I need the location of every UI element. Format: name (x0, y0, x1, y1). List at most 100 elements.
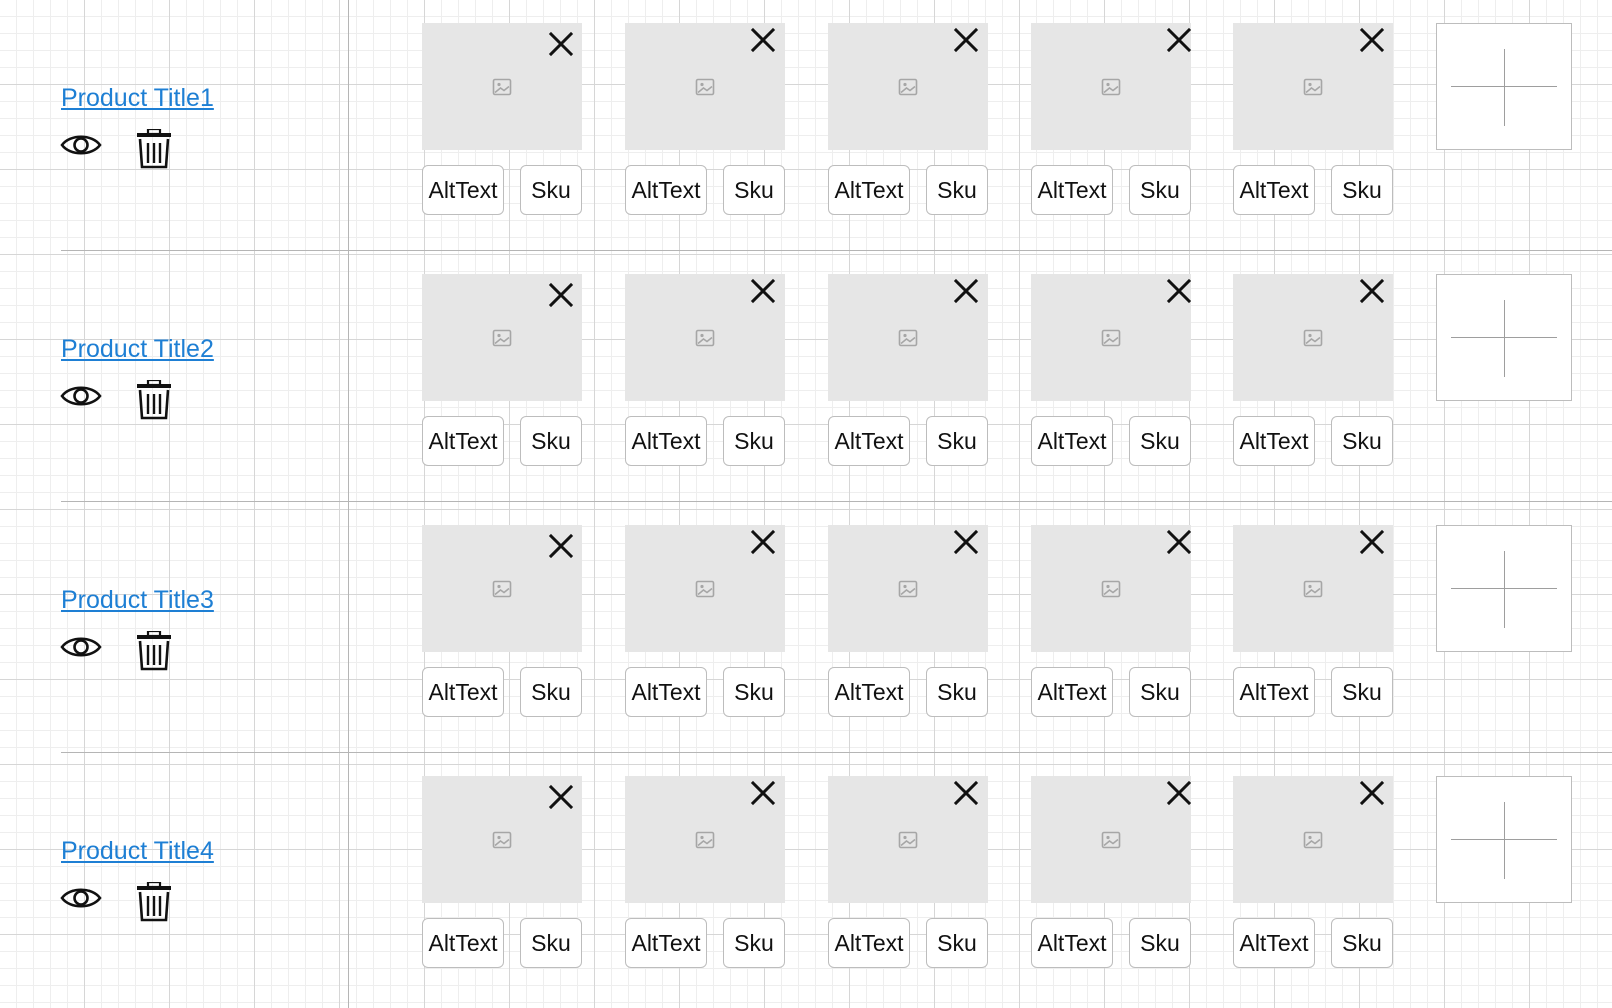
close-icon[interactable] (953, 278, 979, 304)
sku-button[interactable]: Sku (723, 416, 785, 466)
image-icon (695, 831, 715, 849)
image-icon (492, 580, 512, 598)
eye-icon[interactable] (60, 885, 102, 911)
sku-button[interactable]: Sku (1331, 165, 1393, 215)
plus-icon-vertical (1504, 300, 1505, 377)
sku-button[interactable]: Sku (1129, 667, 1191, 717)
close-icon[interactable] (1166, 278, 1192, 304)
sku-button[interactable]: Sku (926, 165, 988, 215)
close-icon[interactable] (1359, 529, 1385, 555)
add-image-button[interactable] (1436, 23, 1572, 150)
close-icon[interactable] (548, 784, 574, 810)
trash-icon[interactable] (136, 882, 172, 922)
image-icon (695, 78, 715, 96)
image-icon (898, 329, 918, 347)
close-icon[interactable] (953, 529, 979, 555)
image-icon (1101, 580, 1121, 598)
alt-text-button[interactable]: AltText (422, 918, 504, 968)
alt-text-button[interactable]: AltText (828, 918, 910, 968)
alt-text-button[interactable]: AltText (1233, 416, 1315, 466)
image-icon (695, 580, 715, 598)
image-icon (1101, 831, 1121, 849)
sku-button[interactable]: Sku (520, 667, 582, 717)
sku-button[interactable]: Sku (926, 667, 988, 717)
eye-icon[interactable] (60, 634, 102, 660)
close-icon[interactable] (953, 27, 979, 53)
image-icon (1303, 831, 1323, 849)
plus-icon-vertical (1504, 551, 1505, 628)
trash-icon[interactable] (136, 380, 172, 420)
close-icon[interactable] (548, 31, 574, 57)
alt-text-button[interactable]: AltText (422, 667, 504, 717)
sku-button[interactable]: Sku (723, 667, 785, 717)
close-icon[interactable] (953, 780, 979, 806)
image-icon (898, 580, 918, 598)
alt-text-button[interactable]: AltText (1233, 165, 1315, 215)
add-image-button[interactable] (1436, 274, 1572, 401)
image-icon (1101, 78, 1121, 96)
product-title-link[interactable]: Product Title3 (61, 586, 214, 615)
close-icon[interactable] (548, 533, 574, 559)
product-row: Product Title1 AltText Sku AltText Sku AltTex… (0, 0, 1612, 251)
close-icon[interactable] (750, 780, 776, 806)
sku-button[interactable]: Sku (1129, 918, 1191, 968)
alt-text-button[interactable]: AltText (1031, 918, 1113, 968)
alt-text-button[interactable]: AltText (625, 918, 707, 968)
sku-button[interactable]: Sku (1129, 165, 1191, 215)
close-icon[interactable] (1359, 780, 1385, 806)
close-icon[interactable] (1166, 529, 1192, 555)
alt-text-button[interactable]: AltText (828, 667, 910, 717)
sku-button[interactable]: Sku (723, 165, 785, 215)
plus-icon-vertical (1504, 49, 1505, 126)
close-icon[interactable] (1359, 27, 1385, 53)
eye-icon[interactable] (60, 383, 102, 409)
sku-button[interactable]: Sku (926, 416, 988, 466)
close-icon[interactable] (1166, 780, 1192, 806)
sku-button[interactable]: Sku (520, 918, 582, 968)
sku-button[interactable]: Sku (1331, 918, 1393, 968)
close-icon[interactable] (750, 27, 776, 53)
alt-text-button[interactable]: AltText (1233, 667, 1315, 717)
trash-icon[interactable] (136, 129, 172, 169)
image-icon (1303, 329, 1323, 347)
alt-text-button[interactable]: AltText (625, 667, 707, 717)
product-row: Product Title2 AltText Sku AltText Sku AltTex… (0, 251, 1612, 502)
product-title-link[interactable]: Product Title4 (61, 837, 214, 866)
close-icon[interactable] (548, 282, 574, 308)
sku-button[interactable]: Sku (926, 918, 988, 968)
alt-text-button[interactable]: AltText (1031, 165, 1113, 215)
alt-text-button[interactable]: AltText (1031, 416, 1113, 466)
image-icon (1101, 329, 1121, 347)
sku-button[interactable]: Sku (1331, 667, 1393, 717)
image-icon (1303, 78, 1323, 96)
alt-text-button[interactable]: AltText (625, 165, 707, 215)
close-icon[interactable] (1166, 27, 1192, 53)
close-icon[interactable] (750, 529, 776, 555)
alt-text-button[interactable]: AltText (625, 416, 707, 466)
sku-button[interactable]: Sku (520, 165, 582, 215)
alt-text-button[interactable]: AltText (422, 165, 504, 215)
alt-text-button[interactable]: AltText (828, 165, 910, 215)
alt-text-button[interactable]: AltText (422, 416, 504, 466)
close-icon[interactable] (750, 278, 776, 304)
alt-text-button[interactable]: AltText (1031, 667, 1113, 717)
image-icon (898, 831, 918, 849)
sku-button[interactable]: Sku (1129, 416, 1191, 466)
sku-button[interactable]: Sku (1331, 416, 1393, 466)
sku-button[interactable]: Sku (723, 918, 785, 968)
eye-icon[interactable] (60, 132, 102, 158)
image-icon (492, 831, 512, 849)
image-icon (695, 329, 715, 347)
product-title-link[interactable]: Product Title2 (61, 335, 214, 364)
image-icon (898, 78, 918, 96)
add-image-button[interactable] (1436, 525, 1572, 652)
trash-icon[interactable] (136, 631, 172, 671)
add-image-button[interactable] (1436, 776, 1572, 903)
product-title-link[interactable]: Product Title1 (61, 84, 214, 113)
close-icon[interactable] (1359, 278, 1385, 304)
image-icon (1303, 580, 1323, 598)
alt-text-button[interactable]: AltText (828, 416, 910, 466)
sku-button[interactable]: Sku (520, 416, 582, 466)
product-list: Product Title1 AltText Sku AltText Sku AltTex… (0, 0, 1612, 1008)
alt-text-button[interactable]: AltText (1233, 918, 1315, 968)
